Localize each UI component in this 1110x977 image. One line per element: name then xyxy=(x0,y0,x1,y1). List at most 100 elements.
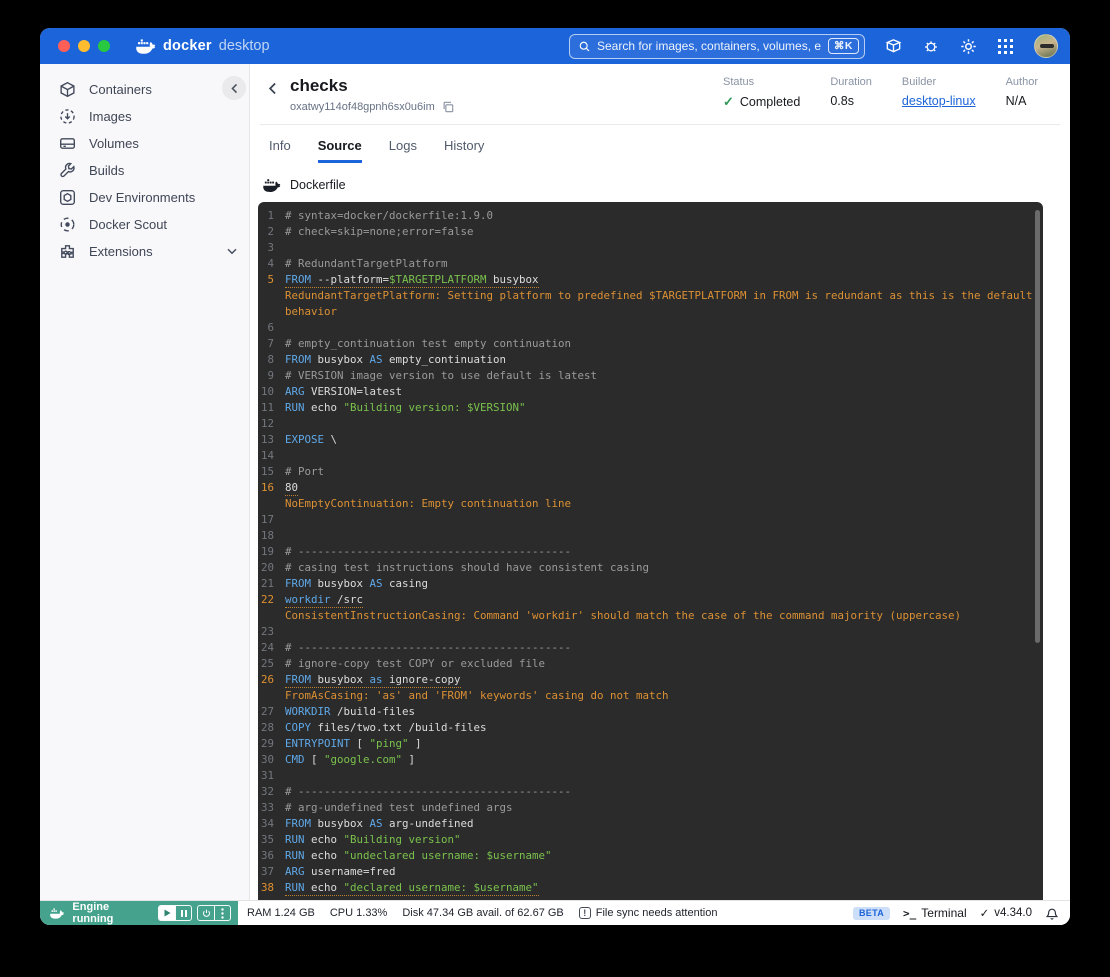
code-line: 33 # arg-undefined test undefined args xyxy=(260,801,513,814)
close-window-button[interactable] xyxy=(58,40,70,52)
power-icon xyxy=(202,909,210,917)
duration-value: 0.8s xyxy=(830,94,854,108)
code-line: 1 # syntax=docker/dockerfile:1.9.0 xyxy=(267,209,494,222)
engine-start-button[interactable] xyxy=(159,906,175,920)
volumes-icon xyxy=(60,138,75,149)
sidebar-item-dev-environments[interactable]: Dev Environments xyxy=(40,184,249,211)
code-line: 30 CMD [ "google.com" ] xyxy=(260,753,416,766)
code-line: 26 FROM busybox as ignore-copy xyxy=(260,673,461,688)
code-line: 16 80 xyxy=(260,481,299,496)
search-input[interactable]: Search for images, containers, volumes, … xyxy=(569,33,865,59)
code-line: 20 # casing test instructions should have… xyxy=(260,561,650,574)
version-indicator[interactable]: ✓ v4.34.0 xyxy=(980,906,1032,920)
file-sync-warning[interactable]: ! File sync needs attention xyxy=(578,907,718,919)
sidebar-item-docker-scout[interactable]: Docker Scout xyxy=(40,211,249,238)
app-name: docker xyxy=(163,38,212,54)
code-line: 22 workdir /src xyxy=(260,593,364,608)
sidebar: Containers Images Volumes Builds Dev Env… xyxy=(40,64,250,900)
build-meta: Status ✓ Completed Duration 0.8s Builder … xyxy=(723,76,1052,113)
copy-icon[interactable] xyxy=(442,101,454,113)
code-line: 23 xyxy=(260,625,274,638)
code-line: 19 # ------------------------------------… xyxy=(260,545,572,558)
hub-icon[interactable] xyxy=(885,38,902,55)
engine-pause-button[interactable] xyxy=(175,906,191,920)
user-avatar[interactable] xyxy=(1034,34,1058,58)
beta-badge: BETA xyxy=(852,906,891,920)
sidebar-item-volumes[interactable]: Volumes xyxy=(40,130,249,157)
code-scrollbar[interactable] xyxy=(1035,210,1040,643)
code-line: 9 # VERSION image version to use default … xyxy=(267,369,598,382)
file-row: Dockerfile xyxy=(250,163,1070,202)
gear-icon[interactable] xyxy=(960,38,977,55)
engine-more-button[interactable] xyxy=(214,906,230,920)
sidebar-item-label: Images xyxy=(89,109,132,124)
builder-field: Builder desktop-linux xyxy=(902,76,976,113)
engine-stop-button[interactable] xyxy=(198,906,214,920)
code-line: 5 FROM --platform=$TARGETPLATFORM busybox xyxy=(267,273,539,288)
code-line: 18 xyxy=(260,529,274,542)
status-value: Completed xyxy=(739,95,801,109)
notifications-bell-icon[interactable] xyxy=(1045,906,1059,921)
tab-logs[interactable]: Logs xyxy=(389,138,417,163)
sidebar-item-builds[interactable]: Builds xyxy=(40,157,249,184)
sidebar-collapse-button[interactable] xyxy=(222,76,246,100)
terminal-button[interactable]: >_ Terminal xyxy=(903,906,967,920)
code-warning-line: ConsistentInstructionCasing: Command 'wo… xyxy=(285,609,962,622)
code-line: 2 # check=skip=none;error=false xyxy=(267,225,474,238)
kebab-menu-icon xyxy=(221,907,224,919)
extensions-icon xyxy=(61,245,74,258)
app-name-suffix: desktop xyxy=(218,38,270,54)
tab-history[interactable]: History xyxy=(444,138,484,163)
code-line: 21 FROM busybox AS casing xyxy=(260,577,429,590)
build-id: oxatwy114of48gpnh6sx0u6im xyxy=(290,101,435,113)
sidebar-item-label: Extensions xyxy=(89,244,153,259)
back-button[interactable] xyxy=(268,82,277,113)
sidebar-item-images[interactable]: Images xyxy=(40,103,249,130)
duration-label: Duration xyxy=(830,76,872,88)
disk-usage: Disk 47.34 GB avail. of 62.67 GB xyxy=(402,907,564,919)
code-warning-line: FromAsCasing: 'as' and 'FROM' keywords' … xyxy=(285,689,669,702)
code-line: 8 FROM busybox AS empty_continuation xyxy=(267,353,507,366)
dev-environments-icon xyxy=(60,190,75,205)
code-line: 37 ARG username=fred xyxy=(260,865,396,878)
sidebar-item-extensions[interactable]: Extensions xyxy=(40,238,249,265)
terminal-icon: >_ xyxy=(903,906,917,920)
builder-link[interactable]: desktop-linux xyxy=(902,94,976,108)
docker-desktop-window: docker desktop Search for images, contain… xyxy=(40,28,1070,925)
zoom-window-button[interactable] xyxy=(98,40,110,52)
code-line: 17 xyxy=(260,513,274,526)
docker-logo: docker desktop xyxy=(136,38,270,54)
code-line: 6 xyxy=(267,321,274,334)
code-line: 35 RUN echo "Building version" xyxy=(260,833,461,846)
code-line: 38 RUN echo "declared username: $username… xyxy=(260,881,539,896)
version-check-icon: ✓ xyxy=(979,908,990,920)
code-line: 10 ARG VERSION=latest xyxy=(260,385,403,398)
terminal-label: Terminal xyxy=(921,906,967,920)
sidebar-item-label: Docker Scout xyxy=(89,217,168,232)
code-line: 36 RUN echo "undeclared username: $userna… xyxy=(260,849,552,862)
code-line: 3 xyxy=(267,241,274,254)
tab-source[interactable]: Source xyxy=(317,138,362,163)
code-line: 32 # ------------------------------------… xyxy=(260,785,572,798)
play-icon xyxy=(164,909,170,917)
titlebar: docker desktop Search for images, contain… xyxy=(40,28,1070,64)
sidebar-item-containers[interactable]: Containers xyxy=(40,76,249,103)
apps-grid-icon[interactable] xyxy=(998,38,1013,54)
bug-icon[interactable] xyxy=(923,38,939,54)
duration-field: Duration 0.8s xyxy=(830,76,872,113)
minimize-window-button[interactable] xyxy=(78,40,90,52)
code-line: 7 # empty_continuation test empty continu… xyxy=(267,337,572,350)
code-line: 31 xyxy=(260,769,274,782)
status-field: Status ✓ Completed xyxy=(723,76,800,113)
code-line: 11 RUN echo "Building version: $VERSION" xyxy=(260,401,526,414)
chevron-left-icon xyxy=(268,82,276,95)
tab-info[interactable]: Info xyxy=(269,138,291,163)
file-sync-text: File sync needs attention xyxy=(595,907,718,919)
dockerfile-source-viewer[interactable]: 1 # syntax=docker/dockerfile:1.9.0 2 # chec… xyxy=(258,202,1043,900)
images-icon xyxy=(60,109,75,124)
code-line: 15 # Port xyxy=(260,465,325,478)
code-line: 27 WORKDIR /build-files xyxy=(260,705,416,718)
author-value: N/A xyxy=(1005,94,1027,108)
build-header: checks oxatwy114of48gpnh6sx0u6im Status … xyxy=(250,64,1070,113)
docker-whale-icon xyxy=(136,38,156,54)
